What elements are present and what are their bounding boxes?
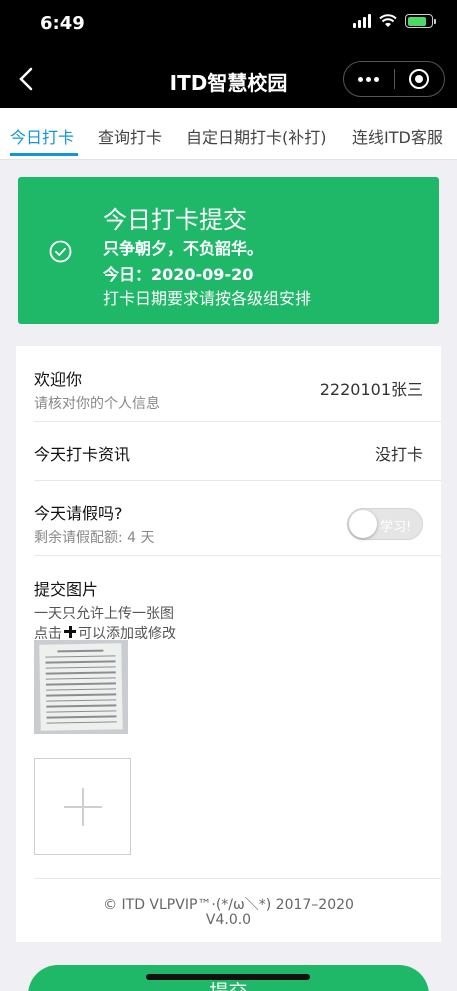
add-image-button[interactable] — [34, 758, 131, 855]
tab-custom-date-checkin[interactable]: 自定日期打卡(补打) — [186, 124, 327, 148]
banner-motto: 只争朝夕，不负韶华。 — [103, 239, 264, 258]
tab-query-checkin[interactable]: 查询打卡 — [98, 124, 162, 148]
footer-copyright: © ITD VLPVIP™·(*/ω＼*) 2017–2020 — [103, 897, 354, 913]
leave-row: 今天请假吗? 剩余请假配额: 4 天 学习! — [34, 500, 423, 547]
banner-note: 打卡日期要求请按各级组安排 — [103, 289, 312, 308]
upload-title: 提交图片 — [34, 580, 99, 599]
check-circle-icon — [49, 240, 72, 263]
toggle-label: 学习! — [380, 520, 412, 535]
image-upload-section: 提交图片 一天只允许上传一张图 点击 可以添加或修改 — [34, 576, 423, 643]
active-tab-indicator — [10, 153, 78, 156]
divider — [34, 421, 441, 422]
user-id-name: 2220101张三 — [319, 380, 423, 399]
battery-charging-icon — [405, 14, 436, 28]
wifi-icon — [379, 14, 397, 27]
tab-today-checkin[interactable]: 今日打卡 — [10, 124, 74, 148]
plus-icon — [62, 625, 78, 639]
checkin-status-row: 今天打卡资讯 没打卡 — [34, 441, 423, 465]
status-icons — [353, 14, 436, 28]
checkin-banner: 今日打卡提交 只争朝夕，不负韶华。 今日：2020-09-20 打卡日期要求请按… — [18, 177, 439, 324]
checkin-status-value: 没打卡 — [374, 445, 423, 464]
leave-toggle[interactable]: 学习! — [347, 508, 423, 540]
divider — [34, 555, 441, 556]
welcome-row[interactable]: 欢迎你 请核对你的个人信息 2220101张三 — [34, 366, 423, 413]
status-bar: 6:49 — [0, 0, 457, 50]
more-dots-icon — [358, 76, 380, 82]
footer-version: V4.0.0 — [205, 912, 252, 928]
checkin-status-label: 今天打卡资讯 — [34, 445, 131, 464]
nav-bar: ITD智慧校园 — [0, 50, 457, 108]
status-time: 6:49 — [40, 13, 85, 34]
uploaded-image-thumbnail[interactable] — [34, 640, 128, 734]
banner-title: 今日打卡提交 — [103, 206, 247, 234]
divider — [34, 480, 441, 481]
signal-icon — [353, 14, 371, 28]
close-program-button[interactable] — [395, 62, 445, 96]
toggle-knob — [349, 510, 377, 538]
tab-itd-support[interactable]: 连线ITD客服 — [352, 124, 443, 148]
home-indicator — [146, 974, 310, 980]
target-icon — [409, 69, 430, 89]
mini-program-capsule — [343, 61, 445, 97]
document-photo — [39, 643, 123, 731]
more-menu-button[interactable] — [344, 62, 394, 96]
divider — [34, 878, 441, 879]
upload-hint-1: 一天只允许上传一张图 — [34, 606, 174, 622]
banner-today-date: 今日：2020-09-20 — [103, 265, 254, 284]
